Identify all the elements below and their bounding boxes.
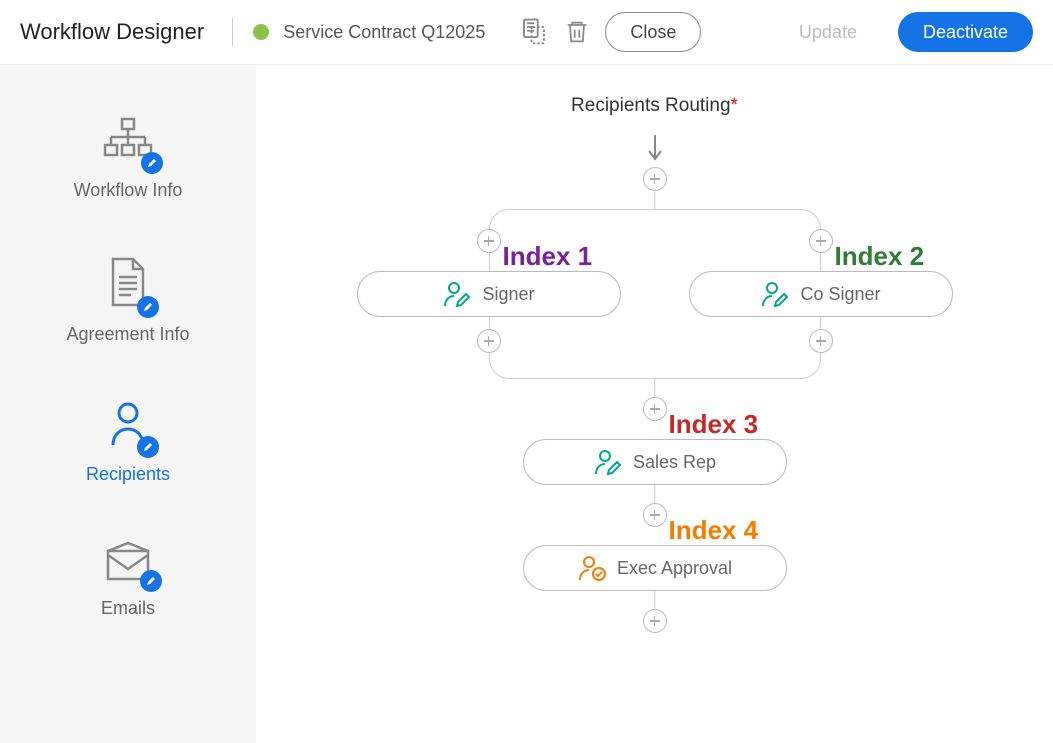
routing-title: Recipients Routing* <box>256 95 1053 117</box>
connector <box>654 191 656 209</box>
add-recipient-button[interactable] <box>477 329 501 353</box>
recipients-icon <box>105 399 151 454</box>
add-recipient-button[interactable] <box>809 229 833 253</box>
sidebar-item-workflow-info[interactable]: Workflow Info <box>0 95 256 235</box>
index-label-4: Index 4 <box>669 515 759 546</box>
edit-badge-icon <box>140 570 162 592</box>
agreement-info-icon <box>105 255 151 314</box>
sidebar-item-recipients[interactable]: Recipients <box>0 379 256 519</box>
trash-icon[interactable] <box>563 18 591 46</box>
sidebar-item-label: Recipients <box>86 464 170 485</box>
index-label-1: Index 1 <box>503 241 593 272</box>
add-recipient-button[interactable] <box>643 503 667 527</box>
add-recipient-button[interactable] <box>643 167 667 191</box>
index-label-2: Index 2 <box>835 241 925 272</box>
recipient-label: Exec Approval <box>617 558 732 579</box>
required-asterisk: * <box>731 95 738 116</box>
recipient-label: Co Signer <box>800 284 880 305</box>
add-recipient-button[interactable] <box>643 609 667 633</box>
recipient-execapproval[interactable]: Exec Approval <box>523 545 787 591</box>
signer-icon <box>593 448 623 476</box>
routing-title-text: Recipients Routing <box>571 95 730 116</box>
add-recipient-button[interactable] <box>809 329 833 353</box>
arrow-down-icon <box>645 133 665 163</box>
index-label-3: Index 3 <box>669 409 759 440</box>
sidebar-item-label: Emails <box>101 598 155 619</box>
sidebar: Workflow Info Agreement Info <box>0 65 256 743</box>
deactivate-button[interactable]: Deactivate <box>898 12 1033 52</box>
close-button[interactable]: Close <box>605 12 701 52</box>
workflow-info-icon <box>101 115 155 170</box>
edit-badge-icon <box>137 296 159 318</box>
recipient-label: Sales Rep <box>633 452 716 473</box>
canvas: Recipients Routing* Index 1 <box>256 65 1053 743</box>
signer-icon <box>442 280 472 308</box>
edit-badge-icon <box>137 436 159 458</box>
add-recipient-button[interactable] <box>643 397 667 421</box>
recipient-salesrep[interactable]: Sales Rep <box>523 439 787 485</box>
sidebar-item-label: Agreement Info <box>66 324 189 345</box>
approver-icon <box>577 554 607 582</box>
connector <box>654 591 656 609</box>
header-divider <box>232 18 233 46</box>
signer-icon <box>760 280 790 308</box>
app-title: Workflow Designer <box>20 19 204 45</box>
emails-icon <box>102 539 154 588</box>
connector <box>654 485 656 503</box>
add-recipient-button[interactable] <box>477 229 501 253</box>
recipient-signer[interactable]: Signer <box>357 271 621 317</box>
flow-area: Index 1 Index 2 Signer <box>335 129 975 689</box>
header: Workflow Designer Service Contract Q1202… <box>0 0 1053 65</box>
document-name: Service Contract Q12025 <box>283 22 485 43</box>
update-button: Update <box>774 12 882 52</box>
copy-document-icon[interactable] <box>519 17 549 47</box>
sidebar-item-agreement-info[interactable]: Agreement Info <box>0 235 256 379</box>
recipient-cosigner[interactable]: Co Signer <box>689 271 953 317</box>
edit-badge-icon <box>141 152 163 174</box>
sidebar-item-label: Workflow Info <box>74 180 183 201</box>
sidebar-item-emails[interactable]: Emails <box>0 519 256 653</box>
recipient-label: Signer <box>482 284 534 305</box>
status-dot-icon <box>253 24 269 40</box>
connector <box>654 379 656 397</box>
